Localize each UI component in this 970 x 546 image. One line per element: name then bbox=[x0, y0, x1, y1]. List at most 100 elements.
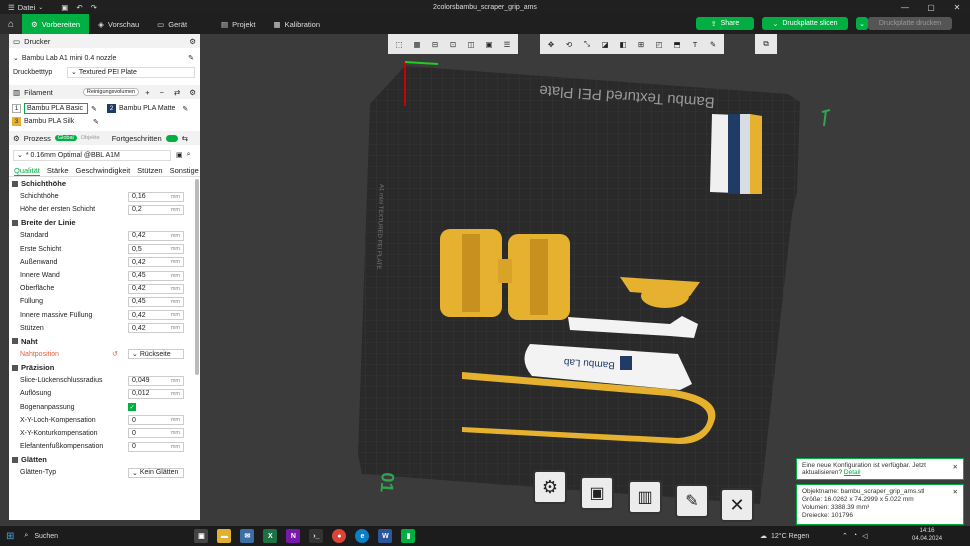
param-input[interactable]: 0 mm bbox=[128, 428, 184, 439]
task-view-icon[interactable]: ▣ bbox=[194, 529, 209, 543]
printer-select[interactable]: ⌄ Bambu Lab A1 mini 0.4 nozzle ✎ bbox=[9, 51, 200, 65]
clipboard-tool-button[interactable]: ▣ bbox=[580, 476, 614, 510]
param-input[interactable]: 0,45 mm bbox=[128, 270, 184, 281]
param-input[interactable]: 0,45 mm bbox=[128, 296, 184, 307]
edge-icon[interactable]: e bbox=[355, 529, 370, 543]
filament-name: Bambu PLA Basic bbox=[24, 103, 88, 114]
window-title: 2colorsbambu_scraper_grip_ams bbox=[433, 3, 537, 11]
compare-icon[interactable]: ⇆ bbox=[182, 134, 188, 143]
param-input[interactable]: 0 mm bbox=[128, 441, 184, 452]
tab-other[interactable]: Sonstige bbox=[170, 166, 199, 176]
close-icon[interactable]: ✕ bbox=[944, 0, 970, 14]
param-input[interactable]: 0,16 mm bbox=[128, 191, 184, 202]
param-unit: mm bbox=[170, 377, 180, 384]
edit-icon[interactable]: ✎ bbox=[188, 54, 194, 62]
param-value: 0,2 bbox=[132, 206, 142, 214]
filament-item-3[interactable]: 3 Bambu PLA Silk ✎ bbox=[12, 117, 99, 126]
chrome-icon[interactable]: ● bbox=[332, 529, 347, 543]
slice-button[interactable]: ⌄ Druckplatte slicen bbox=[762, 17, 848, 30]
edit-tool-button[interactable]: ✎ bbox=[675, 484, 709, 518]
windows-icon[interactable]: ⊞ bbox=[6, 531, 14, 542]
weather-widget[interactable]: ☁ 12°C Regen bbox=[760, 532, 809, 541]
edit-icon[interactable]: ✎ bbox=[182, 105, 188, 113]
smoothing-type-select[interactable]: ⌄ Kein Glätten bbox=[128, 467, 184, 478]
add-icon[interactable]: + bbox=[145, 88, 149, 97]
objects-toggle[interactable]: Objekte bbox=[81, 135, 100, 141]
param-input[interactable]: 0,42 mm bbox=[128, 257, 184, 268]
onenote-icon[interactable]: N bbox=[286, 529, 301, 543]
param-label: Standard bbox=[20, 232, 49, 240]
param-unit: mm bbox=[170, 430, 180, 437]
edit-icon[interactable]: ✎ bbox=[93, 118, 99, 126]
tab-speed[interactable]: Geschwindigkeit bbox=[76, 166, 131, 176]
param-input[interactable]: 0,42 mm bbox=[128, 323, 184, 334]
project-icon: ▤ bbox=[221, 19, 229, 29]
explorer-icon[interactable]: ▬ bbox=[217, 529, 232, 543]
mail-icon[interactable]: ✉ bbox=[240, 529, 255, 543]
tab-project[interactable]: ▤ Projekt bbox=[212, 14, 264, 34]
close-icon[interactable]: ✕ bbox=[953, 463, 958, 471]
redo-icon[interactable]: ↷ bbox=[91, 3, 97, 12]
delete-tool-button[interactable]: ✕ bbox=[720, 488, 754, 522]
param-row: Oberfläche 0,42 mm bbox=[9, 282, 200, 295]
settings-tool-button[interactable]: ⚙ bbox=[533, 470, 567, 504]
tab-prepare[interactable]: ⚙ Vorbereiten bbox=[22, 14, 90, 34]
undo-icon[interactable]: ↶ bbox=[76, 3, 82, 12]
maximize-icon[interactable]: ▢ bbox=[918, 0, 944, 14]
param-input[interactable]: 0,012 mm bbox=[128, 388, 184, 399]
home-button[interactable]: ⌂ bbox=[0, 14, 22, 34]
param-input[interactable]: 0,42 mm bbox=[128, 310, 184, 321]
param-input[interactable]: 0 mm bbox=[128, 415, 184, 426]
print-dropdown[interactable]: ⌄ bbox=[856, 17, 868, 30]
system-tray[interactable]: ⌃ ◔ ◁ bbox=[842, 532, 868, 540]
save-icon[interactable]: ▣ bbox=[176, 151, 183, 159]
search-icon[interactable]: ⌕ bbox=[187, 151, 191, 159]
filament-item-1[interactable]: 1 Bambu PLA Basic ✎ bbox=[12, 103, 107, 114]
clean-volume-button[interactable]: Reinigungsvolumen bbox=[82, 88, 140, 96]
param-unit: mm bbox=[170, 232, 180, 239]
search-box[interactable]: ⌕ Suchen bbox=[24, 532, 164, 540]
3d-viewport[interactable]: ⬚ ▦ ⊟ ⊡ ◫ ▣ ☰ ✥ ⟲ ⤡ ◪ ◧ ⊞ ◰ ⬒ T ✎ ⧉ Bamb… bbox=[200, 34, 970, 526]
tab-preview[interactable]: ◈ Vorschau bbox=[89, 14, 148, 34]
print-button[interactable]: Druckplatte drucken bbox=[868, 17, 952, 30]
params-scrollbar[interactable] bbox=[195, 179, 199, 375]
param-input[interactable]: 0,42 mm bbox=[128, 230, 184, 241]
remove-icon[interactable]: − bbox=[160, 88, 164, 97]
share-button[interactable]: ⇪ Share bbox=[696, 17, 754, 30]
reset-icon[interactable]: ↺ bbox=[112, 350, 128, 358]
param-input[interactable]: 0,049 mm bbox=[128, 375, 184, 386]
seam-position-select[interactable]: ⌄ Rückseite bbox=[128, 349, 184, 360]
tab-strength[interactable]: Stärke bbox=[47, 166, 69, 176]
advanced-switch[interactable] bbox=[165, 134, 178, 142]
tab-calibration[interactable]: ▦ Kalibration bbox=[264, 14, 329, 34]
tab-device[interactable]: ▭ Gerät bbox=[148, 14, 196, 34]
tab-quality[interactable]: Qualität bbox=[14, 166, 40, 176]
settings-icon[interactable]: ⚙ bbox=[189, 88, 196, 97]
plate-tool-button[interactable]: ▥ bbox=[628, 480, 662, 514]
tab-support[interactable]: Stützen bbox=[137, 166, 162, 176]
param-label: Innere massive Füllung bbox=[20, 311, 93, 319]
menu-button[interactable]: ☰ Datei ⌄ bbox=[8, 3, 43, 12]
terminal-icon[interactable]: ›_ bbox=[309, 529, 324, 543]
settings-icon[interactable]: ⚙ bbox=[189, 37, 196, 46]
process-profile-select[interactable]: ⌄ * 0.16mm Optimal @BBL A1M bbox=[13, 149, 171, 161]
close-icon[interactable]: ✕ bbox=[953, 489, 958, 497]
bed-type-select[interactable]: ⌄ Textured PEI Plate bbox=[67, 66, 195, 78]
sync-icon[interactable]: ⇄ bbox=[174, 88, 180, 97]
word-icon[interactable]: W bbox=[378, 529, 393, 543]
param-input[interactable]: 0,5 mm bbox=[128, 244, 184, 255]
tab-prepare-label: Vorbereiten bbox=[41, 19, 81, 29]
param-input[interactable]: 0,42 mm bbox=[128, 283, 184, 294]
save-icon[interactable]: ▣ bbox=[61, 3, 68, 12]
edit-icon[interactable]: ✎ bbox=[91, 105, 97, 113]
hamburger-icon: ☰ bbox=[8, 2, 15, 12]
excel-icon[interactable]: X bbox=[263, 529, 278, 543]
filament-item-2[interactable]: 2 Bambu PLA Matte ✎ bbox=[107, 103, 188, 114]
param-input[interactable]: 0,2 mm bbox=[128, 204, 184, 215]
clock[interactable]: 14:16 04.04.2024 bbox=[912, 528, 942, 544]
arc-fitting-checkbox[interactable]: ✓ bbox=[128, 403, 136, 412]
notification-link[interactable]: Detail bbox=[844, 469, 861, 476]
minimize-icon[interactable]: — bbox=[892, 0, 918, 14]
global-toggle[interactable]: Global bbox=[54, 135, 77, 141]
bambu-studio-icon[interactable]: ▮ bbox=[401, 529, 416, 543]
